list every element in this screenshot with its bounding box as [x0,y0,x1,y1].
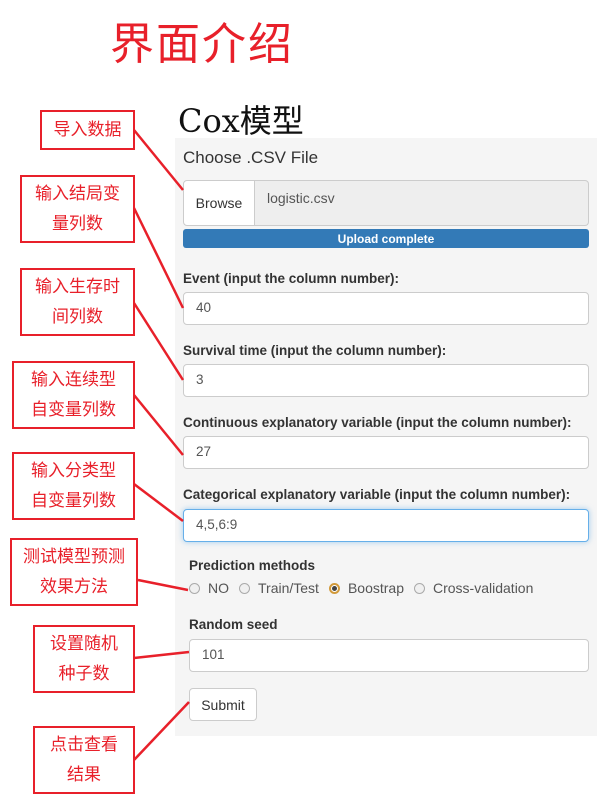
annotation-outcome-column: 输入结局变 量列数 [20,175,135,243]
annotation-text: 自变量列数 [31,400,116,420]
arrow-line [132,302,185,381]
annotation-text: 导入数据 [53,120,122,140]
annotation-text: 输入生存时 [35,277,120,297]
arrow-line [133,129,184,191]
arrow-line [132,207,185,309]
arrow-line [133,394,184,456]
annotation-prediction-method: 测试模型预测 效果方法 [10,538,138,606]
annotation-text: 输入分类型 [31,461,116,481]
annotation-text: 自变量列数 [31,491,116,511]
annotation-text: 结果 [67,765,101,785]
annotation-text: 输入结局变 [35,184,120,204]
annotation-text: 量列数 [52,214,103,234]
annotation-view-results: 点击查看 结果 [33,726,135,794]
annotation-text: 种子数 [58,664,110,684]
arrow-line [133,650,190,660]
arrow-line [137,578,189,592]
annotation-text: 输入连续型 [31,370,116,390]
annotation-survival-column: 输入生存时 间列数 [20,268,135,336]
annotation-text: 间列数 [52,307,103,327]
annotation-random-seed: 设置随机 种子数 [33,625,135,693]
annotation-text: 设置随机 [50,634,118,654]
annotation-continuous-column: 输入连续型 自变量列数 [12,361,135,429]
arrow-line [133,701,190,761]
annotation-text: 测试模型预测 [23,547,125,567]
annotation-text: 效果方法 [40,577,108,597]
annotation-categorical-column: 输入分类型 自变量列数 [12,452,135,520]
arrow-line [133,483,184,522]
annotation-text: 点击查看 [50,735,118,755]
annotation-import-data: 导入数据 [40,110,135,150]
